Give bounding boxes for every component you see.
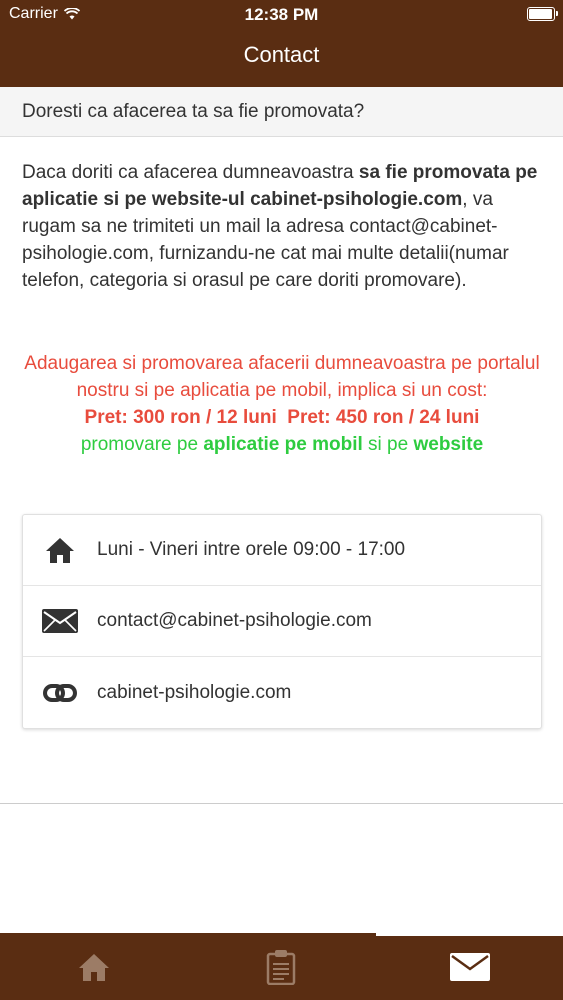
battery-icon <box>527 7 558 21</box>
promo-block: Adaugarea si promovarea afacerii dumneav… <box>22 350 542 458</box>
promo-cost-text: Adaugarea si promovarea afacerii dumneav… <box>24 353 540 401</box>
price-12-months: Pret: 300 ron / 12 luni <box>84 407 277 428</box>
promo-green-text-1: promovare pe <box>80 434 204 455</box>
status-bar: Carrier 12:38 PM <box>0 0 563 30</box>
promo-channels: promovare pe aplicatie pe mobil si pe we… <box>22 431 542 458</box>
price-24-months: Pret: 450 ron / 24 luni <box>287 407 480 428</box>
home-icon <box>23 536 97 564</box>
envelope-icon <box>23 609 97 633</box>
content-divider <box>0 803 563 804</box>
hours-text: Luni - Vineri intre orele 09:00 - 17:00 <box>97 539 406 560</box>
promo-mobile-app: aplicatie pe mobil <box>203 434 363 455</box>
clipboard-icon <box>266 949 295 985</box>
tab-home[interactable] <box>0 933 187 1000</box>
section-title: Doresti ca afacerea ta sa fie promovata? <box>0 87 563 137</box>
page-title: Contact <box>243 42 320 67</box>
email-row[interactable]: contact@cabinet-psihologie.com <box>23 586 541 657</box>
tab-contact[interactable] <box>376 933 563 1000</box>
promo-prices: Pret: 300 ron / 12 luni Pret: 450 ron / … <box>22 404 542 431</box>
intro-paragraph: Daca doriti ca afacerea dumneavoastra sa… <box>22 159 542 294</box>
hours-row: Luni - Vineri intre orele 09:00 - 17:00 <box>23 515 541 586</box>
email-link[interactable]: contact@cabinet-psihologie.com <box>97 610 541 632</box>
promo-website: website <box>413 434 484 455</box>
tab-bar <box>0 933 563 1000</box>
status-time: 12:38 PM <box>244 5 319 24</box>
envelope-icon <box>449 952 490 981</box>
tab-listings[interactable] <box>187 933 374 1000</box>
promo-green-text-2: si pe <box>362 434 414 455</box>
app-header: Carrier 12:38 PM Contact <box>0 0 563 87</box>
intro-text-1: Daca doriti ca afacerea dumneavoastra <box>22 162 359 183</box>
link-icon <box>23 683 97 703</box>
contact-info-card: Luni - Vineri intre orele 09:00 - 17:00 … <box>22 514 542 729</box>
home-icon <box>78 953 109 981</box>
website-row[interactable]: cabinet-psihologie.com <box>23 657 541 728</box>
website-link[interactable]: cabinet-psihologie.com <box>97 682 541 704</box>
